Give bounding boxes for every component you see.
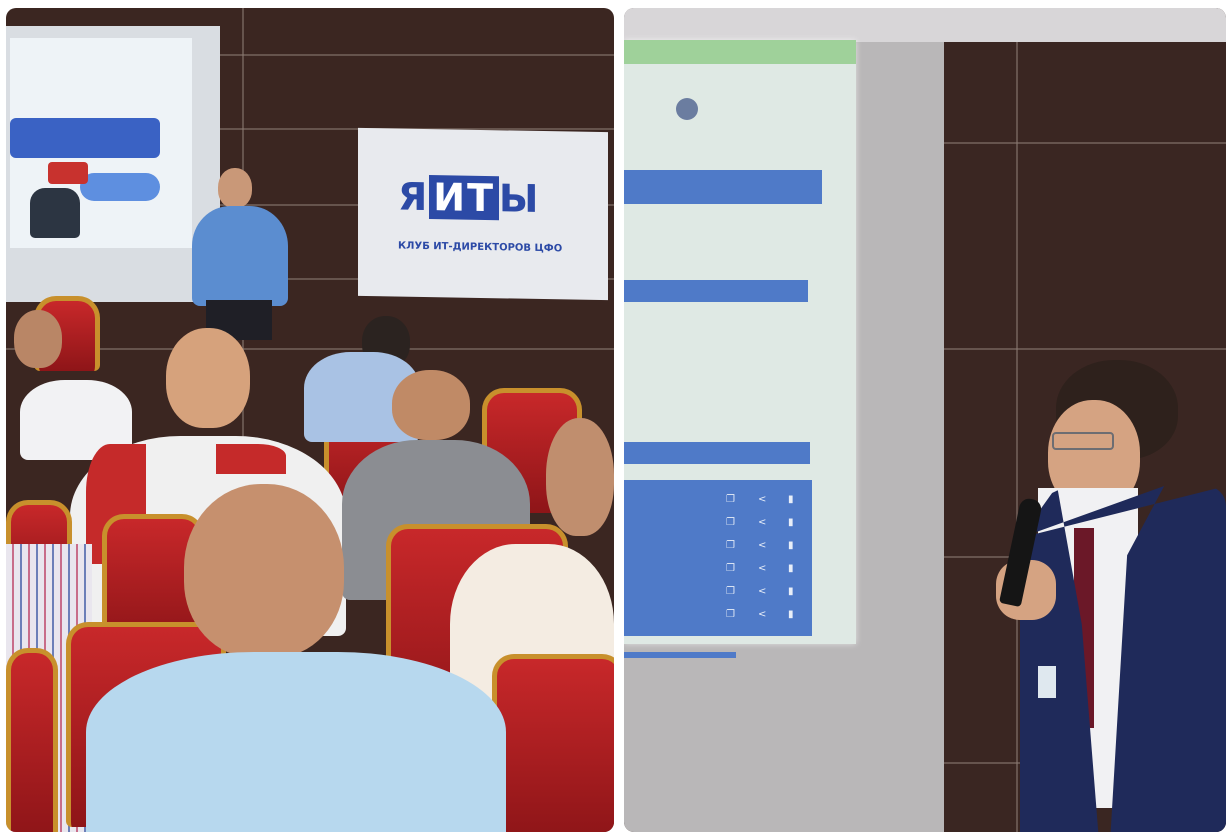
club-banner: Я ИТ Ы КЛУБ ИТ-ДИРЕКТОРОВ ЦФО	[358, 127, 608, 301]
file-list-block	[624, 480, 812, 636]
share-icon: < < < < < <	[758, 494, 767, 620]
left-photo-conference-room: Я ИТ Ы КЛУБ ИТ-ДИРЕКТОРОВ ЦФО	[6, 8, 614, 832]
presenter-shirt	[192, 206, 288, 306]
delete-icon: ▮ ▮ ▮ ▮ ▮ ▮	[788, 494, 794, 620]
speaker-glasses	[1052, 432, 1114, 450]
slide-content	[10, 38, 192, 248]
foreground-head	[184, 484, 344, 658]
projected-app-window: ❐ ❐ ❐ ❐ ❐ ❐ < < < < < < ▮ ▮ ▮ ▮ ▮ ▮	[624, 40, 856, 658]
section-bar-2	[624, 442, 810, 464]
name-badge	[1038, 666, 1056, 698]
presenter-head	[218, 168, 252, 208]
header-bar	[624, 170, 822, 204]
foreground-shirt	[86, 652, 506, 832]
copy-icon: ❐ ❐ ❐ ❐ ❐ ❐	[726, 494, 735, 620]
banner-logo: Я ИТ Ы	[398, 174, 541, 222]
section-bar-1	[624, 280, 808, 302]
user-avatar	[676, 98, 698, 120]
right-photo-speaker: ❐ ❐ ❐ ❐ ❐ ❐ < < < < < < ▮ ▮ ▮ ▮ ▮ ▮	[624, 8, 1226, 832]
projection-screen	[6, 26, 220, 302]
banner-subtitle: КЛУБ ИТ-ДИРЕКТОРОВ ЦФО	[398, 240, 563, 255]
